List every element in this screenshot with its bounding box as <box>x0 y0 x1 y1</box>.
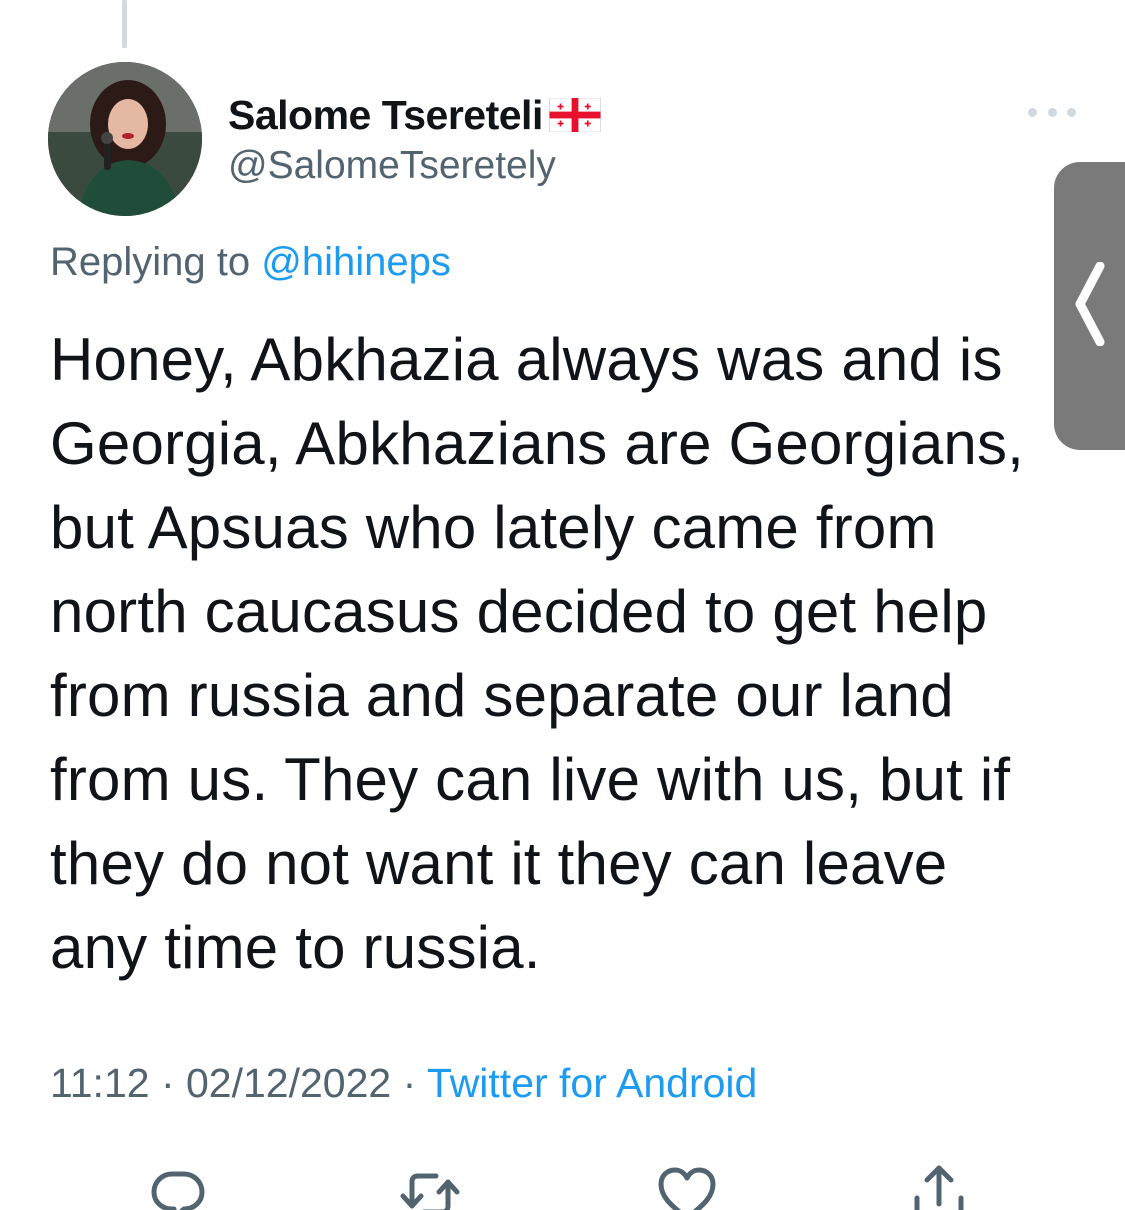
author-name-row[interactable]: Salome Tsereteli <box>228 90 601 140</box>
thread-connector-line <box>122 0 127 48</box>
chevron-left-icon <box>1075 262 1105 346</box>
profile-photo <box>48 62 202 216</box>
reply-icon <box>151 1171 205 1210</box>
meta-separator: · <box>391 1060 427 1106</box>
georgia-flag-icon <box>548 98 601 132</box>
tweet-source-link[interactable]: Twitter for Android <box>427 1060 757 1106</box>
retweet-icon <box>400 1173 460 1210</box>
share-icon <box>914 1165 964 1210</box>
tweet-date[interactable]: 02/12/2022 <box>186 1060 391 1106</box>
share-button[interactable] <box>904 1162 974 1210</box>
display-name[interactable]: Salome Tsereteli <box>228 92 543 139</box>
tweet-metadata: 11:12 · 02/12/2022 · Twitter for Android <box>50 1060 757 1107</box>
reply-mention-link[interactable]: @hihineps <box>261 240 451 284</box>
avatar[interactable] <box>48 62 202 216</box>
like-button[interactable] <box>652 1162 722 1210</box>
replying-prefix: Replying to <box>50 240 262 284</box>
tweet-action-bar <box>0 1150 1125 1210</box>
heart-icon <box>658 1167 716 1210</box>
replying-to-line: Replying to @hihineps <box>50 240 451 285</box>
retweet-button[interactable] <box>395 1162 465 1210</box>
more-options-icon[interactable] <box>1028 100 1076 124</box>
reply-button[interactable] <box>143 1162 213 1210</box>
tweet-text: Honey, Abkhazia always was and is Georgi… <box>50 326 1025 981</box>
user-handle[interactable]: @SalomeTseretely <box>228 144 556 188</box>
tweet-detail-page: Salome Tsereteli @SalomeTseretely Replyi… <box>0 0 1125 1210</box>
meta-separator: · <box>149 1060 186 1106</box>
tweet-time[interactable]: 11:12 <box>50 1060 150 1106</box>
